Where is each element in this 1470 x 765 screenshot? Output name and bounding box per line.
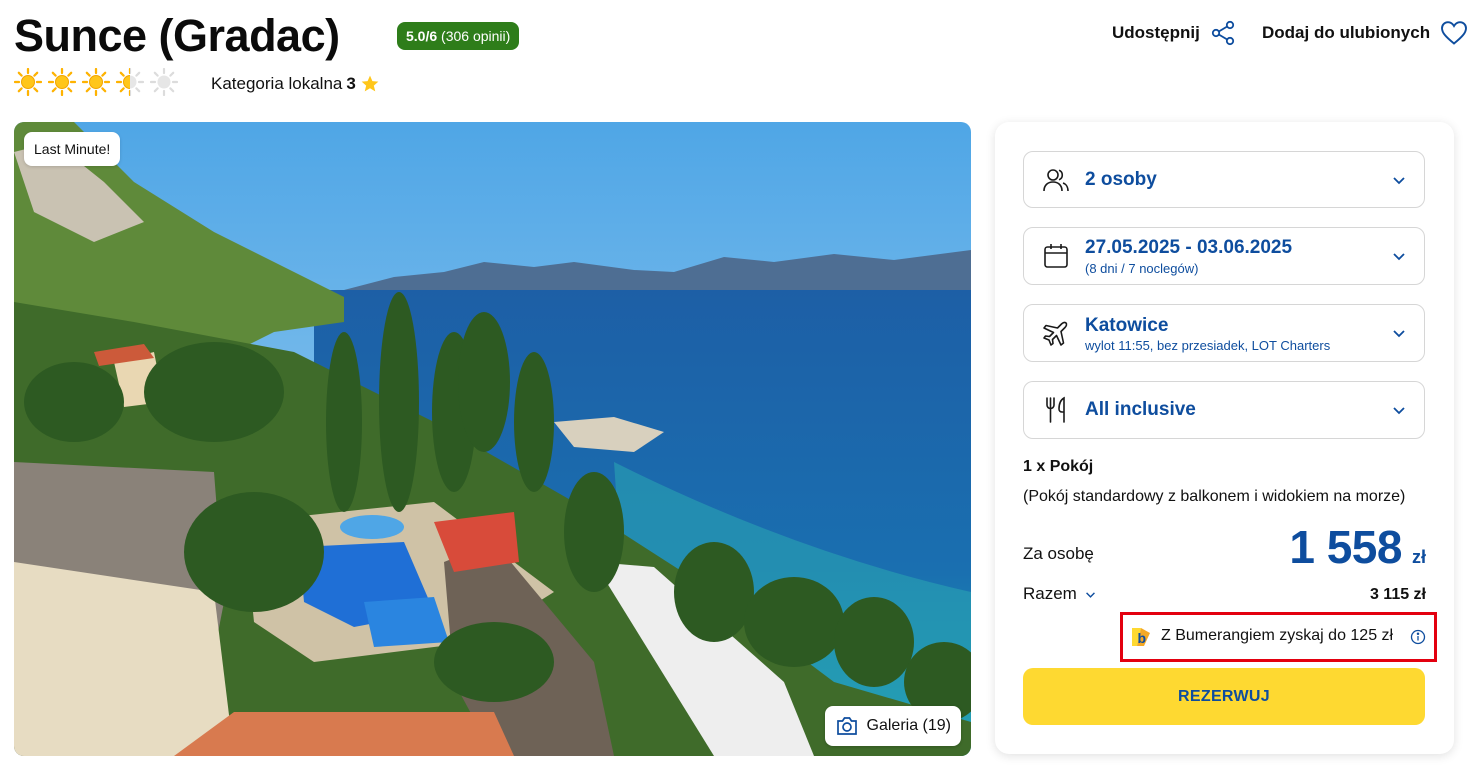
hotel-photo [14, 122, 971, 756]
hotel-gallery[interactable]: Last Minute! Galeria (19) [14, 122, 971, 756]
gallery-button-label: Galeria (19) [866, 717, 951, 734]
last-minute-badge: Last Minute! [24, 132, 121, 166]
board-value: All inclusive [1085, 399, 1196, 420]
flight-details: wylot 11:55, bez przesiadek, LOT Charter… [1085, 338, 1331, 353]
fork-knife-icon [1046, 396, 1065, 423]
sun-rating [14, 68, 178, 96]
sun-icon [48, 68, 76, 96]
price-currency: zł [1411, 547, 1426, 567]
favorite-button[interactable]: Dodaj do ulubionych [1262, 20, 1468, 46]
duration-value: (8 dni / 7 noclegów) [1085, 261, 1199, 276]
travelers-select[interactable]: 2 osoby [1023, 151, 1425, 208]
gallery-button[interactable]: Galeria (19) [824, 706, 961, 746]
rating-score: 5.0/6 [406, 28, 438, 44]
local-category: Kategoria lokalna 3 [211, 72, 380, 96]
book-button[interactable]: REZERWUJ [1023, 668, 1425, 725]
chevron-down-icon [1085, 591, 1095, 598]
sun-icon [14, 68, 42, 96]
rating-badge[interactable]: 5.0/6 (306 opinii) [397, 22, 520, 50]
local-category-value: 3 [346, 74, 356, 93]
half-sun-icon [116, 68, 144, 96]
camera-icon [836, 717, 857, 735]
departure-select[interactable]: Katowice wylot 11:55, bez przesiadek, LO… [1023, 304, 1425, 362]
svg-text:b: b [1138, 630, 1147, 646]
total-toggle[interactable]: Razem [1023, 584, 1096, 604]
room-count: 1 x Pokój [1023, 458, 1094, 475]
rating-opinions: (306 opinii) [441, 28, 511, 44]
total-value: 3 115 zł [1369, 586, 1426, 603]
hotel-title: Sunce (Gradac) [14, 10, 340, 61]
share-label: Udostępnij [1112, 23, 1200, 42]
bumerang-offer: b Z Bumerangiem zyskaj do 125 zł [1120, 612, 1437, 662]
dates-value: 27.05.2025 - 03.06.2025 [1085, 237, 1293, 258]
room-description: (Pokój standardowy z balkonem i widokiem… [1023, 488, 1406, 505]
share-icon [1211, 20, 1234, 46]
chevron-down-icon [1393, 407, 1405, 415]
plane-icon [1043, 321, 1068, 346]
board-select[interactable]: All inclusive [1023, 381, 1425, 439]
chevron-down-icon [1393, 330, 1405, 338]
people-icon [1043, 168, 1069, 191]
chevron-down-icon [1393, 253, 1405, 261]
empty-sun-icon [150, 68, 178, 96]
total-label: Razem [1023, 584, 1077, 603]
per-person-label: Za osobę [1023, 544, 1094, 563]
price-per-person: 1 558 zł [1289, 520, 1426, 574]
price-amount: 1 558 [1289, 521, 1402, 573]
star-icon [361, 75, 379, 92]
travelers-value: 2 osoby [1085, 169, 1157, 190]
dates-select[interactable]: 27.05.2025 - 03.06.2025 (8 dni / 7 nocle… [1023, 227, 1425, 285]
bumerang-text: Z Bumerangiem zyskaj do 125 zł [1161, 627, 1394, 644]
info-icon[interactable] [1410, 629, 1426, 645]
chevron-down-icon [1393, 176, 1405, 184]
departure-city: Katowice [1085, 315, 1169, 336]
calendar-icon [1044, 244, 1068, 268]
local-category-label: Kategoria lokalna [211, 74, 343, 93]
share-button[interactable]: Udostępnij [1112, 20, 1236, 46]
bumerang-logo-icon: b [1132, 628, 1150, 646]
favorite-label: Dodaj do ulubionych [1262, 23, 1431, 42]
booking-panel: 2 osoby 27.05.2025 - 03.06.2025 (8 dni /… [995, 122, 1454, 754]
sun-icon [82, 68, 110, 96]
heart-icon [1441, 21, 1468, 45]
